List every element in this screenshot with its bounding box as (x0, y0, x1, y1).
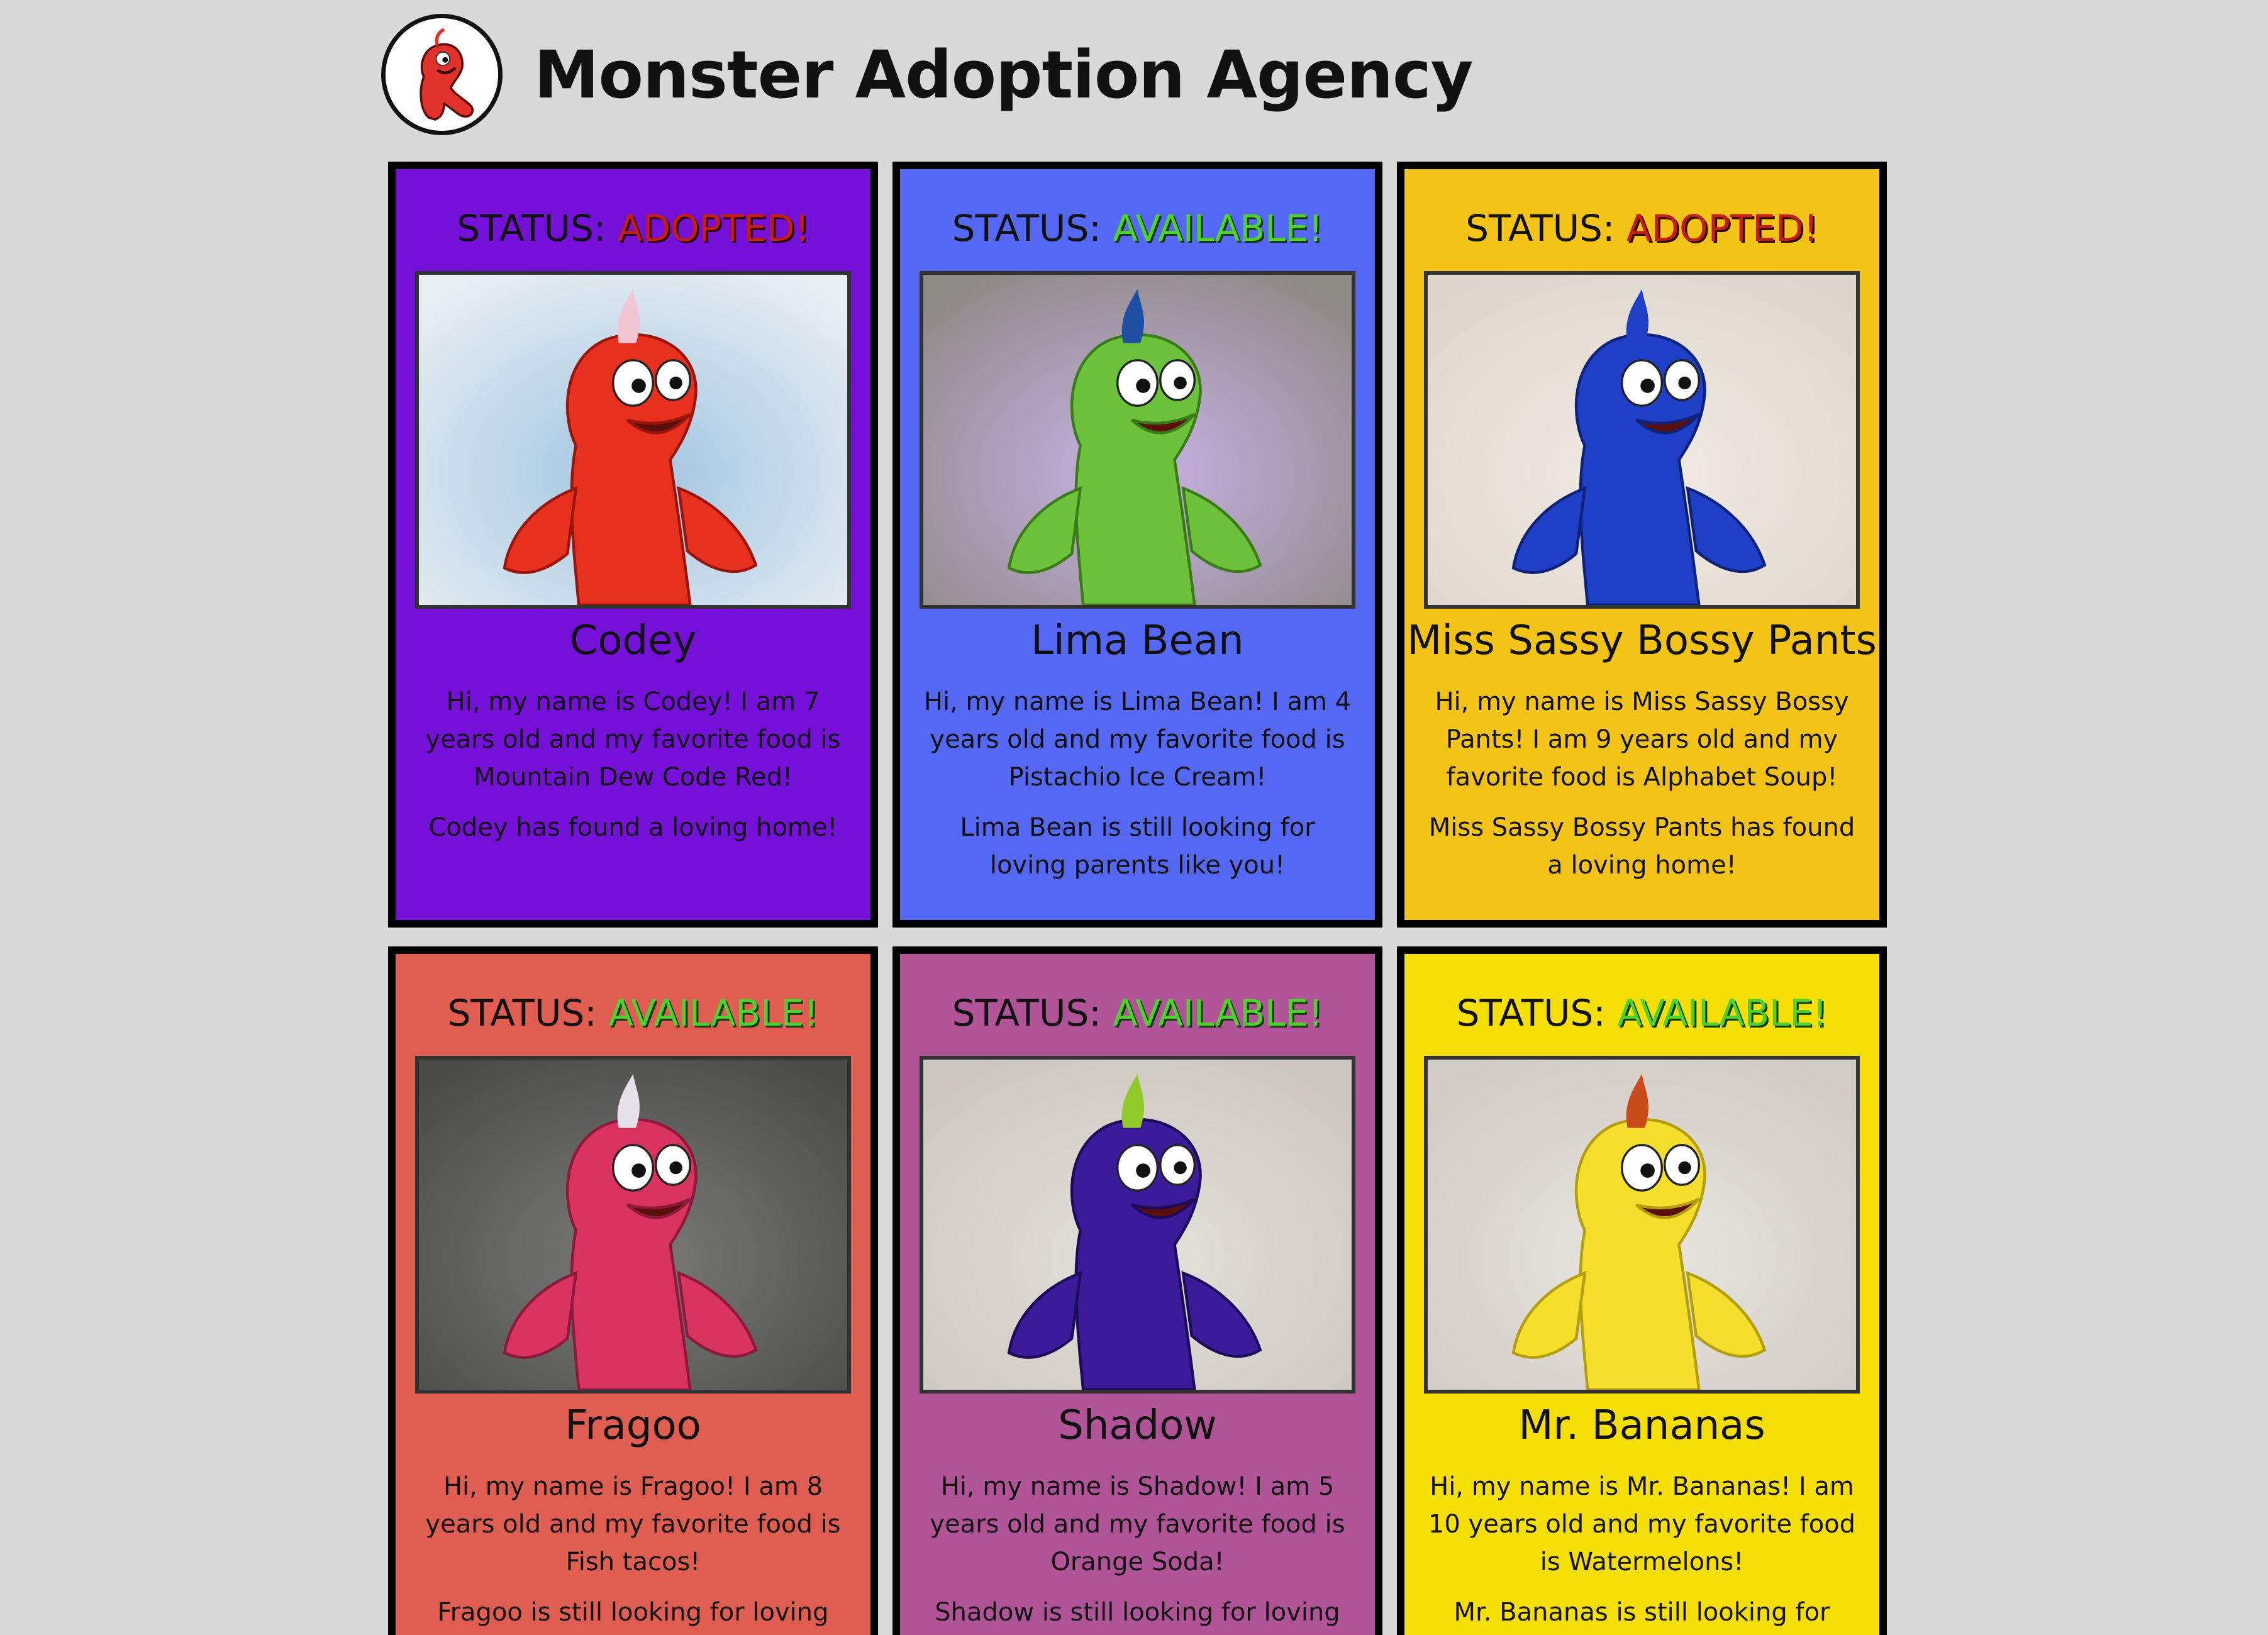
status-value: AVAILABLE! (1113, 992, 1323, 1034)
status-value: ADOPTED! (617, 207, 809, 250)
monster-name: Lima Bean (1031, 618, 1244, 664)
monster-grid: STATUS: ADOPTED! Codey Hi, my name is Co… (388, 162, 1887, 1635)
monster-card-2: STATUS: AVAILABLE! Lima Bean Hi, my name… (892, 162, 1382, 928)
red-monster-photo-icon[interactable] (415, 271, 851, 609)
monster-name: Fragoo (565, 1402, 701, 1449)
monster-name: Miss Sassy Bossy Pants (1407, 618, 1877, 664)
monster-bio: Hi, my name is Lima Bean! I am 4 years o… (923, 687, 1352, 792)
monster-bio: Hi, my name is Codey! I am 7 years old a… (425, 687, 841, 792)
adoption-note: Shadow is still looking for loving paren… (935, 1598, 1340, 1627)
status-label: STATUS: (1456, 992, 1618, 1034)
monster-bio: Hi, my name is Fragoo! I am 8 years old … (425, 1472, 841, 1577)
monster-name: Codey (569, 618, 697, 664)
status-line: STATUS: ADOPTED! (457, 207, 809, 250)
monster-card-4: STATUS: AVAILABLE! Fragoo Hi, my name is… (388, 946, 878, 1635)
monster-card-5: STATUS: AVAILABLE! Shadow Hi, my name is… (892, 946, 1382, 1635)
status-label: STATUS: (1465, 207, 1626, 250)
adoption-note: Lima Bean is still looking for loving pa… (960, 813, 1315, 880)
status-line: STATUS: AVAILABLE! (448, 992, 819, 1034)
monster-card-3: STATUS: ADOPTED! Miss Sassy Bossy Pants … (1397, 162, 1887, 928)
monster-name: Mr. Bananas (1518, 1402, 1765, 1449)
site-title: Monster Adoption Agency (534, 36, 1473, 113)
yellow-monster-photo-icon[interactable] (1424, 1056, 1860, 1394)
status-label: STATUS: (447, 992, 609, 1034)
status-line: STATUS: AVAILABLE! (1457, 992, 1828, 1034)
pink-monster-photo-icon[interactable] (415, 1056, 851, 1394)
adoption-note: Codey has found a loving home! (428, 813, 838, 842)
status-label: STATUS: (952, 992, 1113, 1034)
purple-monster-photo-icon[interactable] (920, 1056, 1355, 1394)
adoption-note: Mr. Bananas is still looking for loving … (1454, 1598, 1830, 1627)
monster-bio: Hi, my name is Shadow! I am 5 years old … (930, 1472, 1345, 1577)
status-line: STATUS: AVAILABLE! (952, 207, 1323, 250)
status-value: ADOPTED! (1626, 207, 1818, 250)
adoption-note: Miss Sassy Bossy Pants has found a lovin… (1428, 813, 1855, 880)
status-line: STATUS: ADOPTED! (1465, 207, 1818, 250)
status-label: STATUS: (457, 207, 618, 250)
blue-monster-photo-icon[interactable] (1424, 271, 1860, 609)
status-label: STATUS: (952, 207, 1113, 250)
status-value: AVAILABLE! (1113, 207, 1323, 250)
monster-card-1: STATUS: ADOPTED! Codey Hi, my name is Co… (388, 162, 878, 928)
monster-bio: Hi, my name is Miss Sassy Bossy Pants! I… (1435, 687, 1849, 792)
status-value: AVAILABLE! (1617, 992, 1828, 1034)
status-value: AVAILABLE! (608, 992, 819, 1034)
monster-bio: Hi, my name is Mr. Bananas! I am 10 year… (1428, 1472, 1856, 1577)
page: Monster Adoption Agency STATUS: ADOPTED!… (0, 0, 2268, 1635)
status-line: STATUS: AVAILABLE! (952, 992, 1323, 1034)
green-monster-photo-icon[interactable] (920, 271, 1355, 609)
adoption-note: Fragoo is still looking for loving paren… (437, 1598, 829, 1627)
monster-card-6: STATUS: AVAILABLE! Mr. Bananas Hi, my na… (1397, 946, 1887, 1635)
monster-name: Shadow (1058, 1402, 1217, 1449)
red-monster-logo-icon[interactable] (381, 14, 503, 135)
site-header: Monster Adoption Agency (381, 10, 1473, 139)
